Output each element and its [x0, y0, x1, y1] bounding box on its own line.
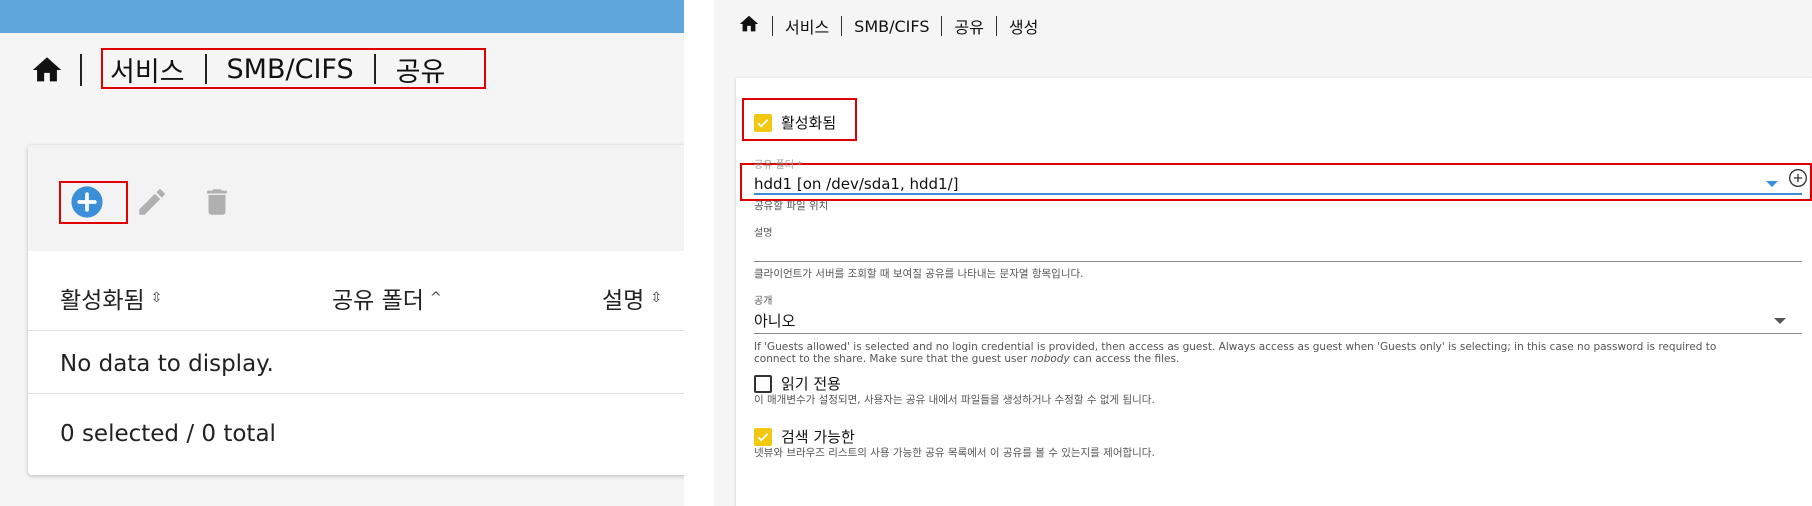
description-label: 설명: [754, 228, 773, 239]
breadcrumb-highlight-box: [101, 48, 486, 89]
pencil-icon: [139, 189, 165, 215]
shared-folder-label: 공유 폴더 *: [754, 160, 803, 171]
enabled-checkbox-row[interactable]: 활성화됨: [754, 112, 836, 133]
read-only-checkbox[interactable]: [754, 374, 772, 393]
column-label: 공유 폴더: [332, 288, 424, 314]
home-icon[interactable]: [738, 13, 760, 39]
column-enabled[interactable]: 활성화됨 ⇳: [60, 281, 162, 315]
add-shared-folder-icon[interactable]: [1788, 168, 1808, 188]
public-hint-line-2-end: can access the files.: [1069, 353, 1180, 365]
public-hint-line-1: If 'Guests allowed' is selected and no l…: [754, 341, 1717, 353]
edit-button[interactable]: [131, 181, 173, 223]
app-top-bar: [0, 0, 684, 33]
breadcrumb-separator: [941, 16, 943, 36]
share-form: 활성화됨 공유 폴더 * hdd1 [on /dev/sda1, hdd1/] …: [736, 78, 1812, 506]
guest-user-name: nobody: [1030, 353, 1070, 365]
column-description[interactable]: 설명 ⇳: [602, 281, 662, 315]
browseable-checkbox[interactable]: [754, 427, 772, 446]
shares-table-card: 활성화됨 ⇳ 공유 폴더 ^ 설명 ⇳ No data to display. …: [28, 145, 684, 475]
browseable-hint: 넷뷰와 브라우즈 리스트의 사용 가능한 공유 목록에서 이 공유를 볼 수 있…: [754, 447, 1155, 459]
browseable-checkbox-row[interactable]: 검색 가능한: [754, 426, 855, 447]
share-create-panel: 서비스 SMB/CIFS 공유 생성 활성화됨 공유 폴더 * hdd1 [on…: [714, 0, 1812, 506]
description-input[interactable]: [754, 240, 1794, 258]
public-underline: [754, 333, 1802, 334]
breadcrumb: [30, 48, 92, 92]
chevron-down-icon[interactable]: [1766, 181, 1778, 187]
public-label: 공개: [754, 296, 773, 307]
sort-ascending-icon: ^: [429, 290, 442, 306]
check-icon: [757, 432, 769, 441]
breadcrumb-separator: [995, 16, 997, 36]
shared-folder-underline: [754, 193, 1802, 195]
read-only-label: 읽기 전용: [781, 375, 841, 393]
shared-folder-select[interactable]: hdd1 [on /dev/sda1, hdd1/]: [754, 175, 959, 193]
selection-summary: 0 selected / 0 total: [60, 421, 276, 447]
column-shared-folder[interactable]: 공유 폴더 ^: [332, 281, 442, 315]
breadcrumb-item-shares[interactable]: 공유: [954, 14, 983, 38]
sort-icon: ⇳: [650, 290, 663, 306]
check-icon: [757, 118, 769, 127]
delete-button[interactable]: [196, 181, 238, 223]
enabled-checkbox[interactable]: [754, 113, 772, 132]
description-hint: 클라이언트가 서버를 조회할 때 보여질 공유를 나타내는 문자열 항목입니다.: [754, 268, 1084, 280]
shared-folder-hint: 공유할 파일 위치: [754, 200, 829, 212]
table-toolbar: [28, 145, 684, 251]
add-button-highlight-box: [59, 181, 128, 224]
breadcrumb-separator: [80, 54, 82, 86]
trash-icon: [207, 189, 227, 215]
breadcrumb-item-services[interactable]: 서비스: [785, 14, 829, 38]
empty-table-message: No data to display.: [60, 351, 274, 377]
chevron-down-icon[interactable]: [1774, 318, 1786, 324]
column-label: 활성화됨: [60, 288, 145, 314]
share-list-panel: 서비스 SMB/CIFS 공유 활성화됨 ⇳ 공유 폴더 ^ 설명 ⇳ No d…: [0, 0, 684, 506]
enabled-label: 활성화됨: [781, 114, 837, 132]
breadcrumb: 서비스 SMB/CIFS 공유 생성: [738, 14, 1038, 38]
read-only-hint: 이 매개변수가 설정되면, 사용자는 공유 내에서 파일들을 생성하거나 수정할…: [754, 394, 1155, 406]
breadcrumb-item-create: 생성: [1008, 18, 1039, 37]
table-header: 활성화됨 ⇳ 공유 폴더 ^ 설명 ⇳: [28, 251, 684, 331]
public-select[interactable]: 아니오: [754, 310, 795, 331]
browseable-label: 검색 가능한: [781, 428, 855, 446]
public-hint: If 'Guests allowed' is selected and no l…: [754, 341, 1802, 365]
home-icon[interactable]: [30, 53, 64, 87]
public-hint-line-2: connect to the share. Make sure that the…: [754, 353, 1031, 365]
column-label: 설명: [602, 288, 645, 314]
description-underline: [754, 261, 1802, 262]
breadcrumb-separator: [841, 16, 843, 36]
sort-icon: ⇳: [150, 290, 163, 306]
breadcrumb-item-smb[interactable]: SMB/CIFS: [854, 17, 929, 36]
read-only-checkbox-row[interactable]: 읽기 전용: [754, 373, 841, 394]
divider: [28, 393, 684, 394]
breadcrumb-separator: [772, 16, 773, 36]
